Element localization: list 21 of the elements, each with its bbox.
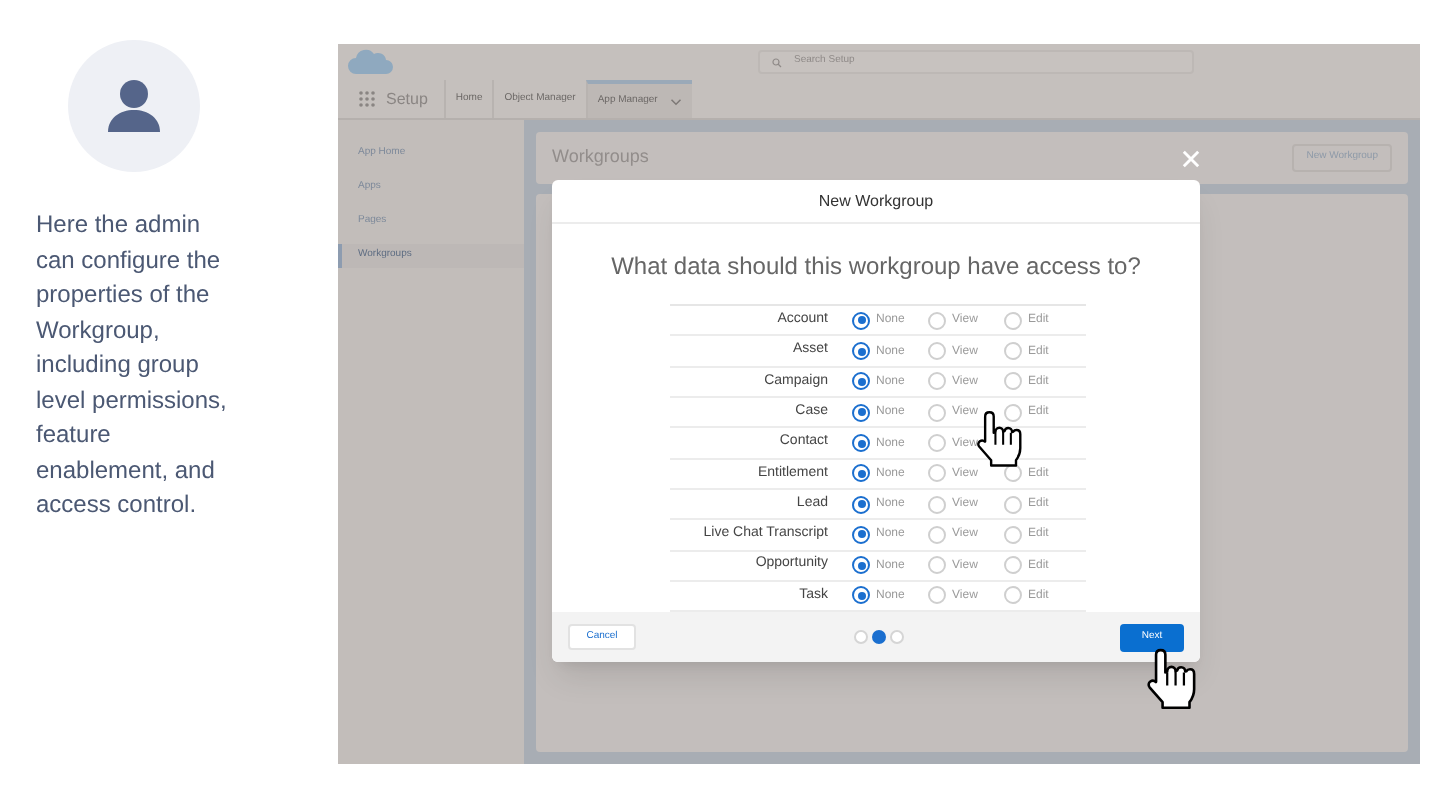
radio-button[interactable] [852,586,870,605]
radio-button[interactable] [852,556,870,575]
cloud-logo-icon [346,48,394,76]
radio-button[interactable] [852,525,870,544]
radio-button[interactable] [852,403,870,422]
radio-button[interactable] [852,311,870,330]
radio-button[interactable] [852,434,870,452]
app-name: Setup [386,87,428,111]
modal-question: What data should this workgroup have access to? [611,250,1141,285]
modal-title: New Workgroup [818,189,934,214]
radio-button[interactable] [852,495,870,514]
radio-button[interactable] [852,342,870,361]
person-icon [102,74,166,138]
radio-button[interactable] [852,372,870,391]
search-icon [772,57,782,67]
close-icon[interactable] [1182,150,1200,168]
hand-cursor-icon [974,408,1022,468]
app-launcher-icon[interactable] [358,90,376,108]
description-text: Here the admin can configure the properties of the Workgroup, including group level permissions, feature enablement, and access control. [36,208,229,522]
chevron-down-icon [669,97,682,105]
radio-button[interactable] [852,464,870,483]
